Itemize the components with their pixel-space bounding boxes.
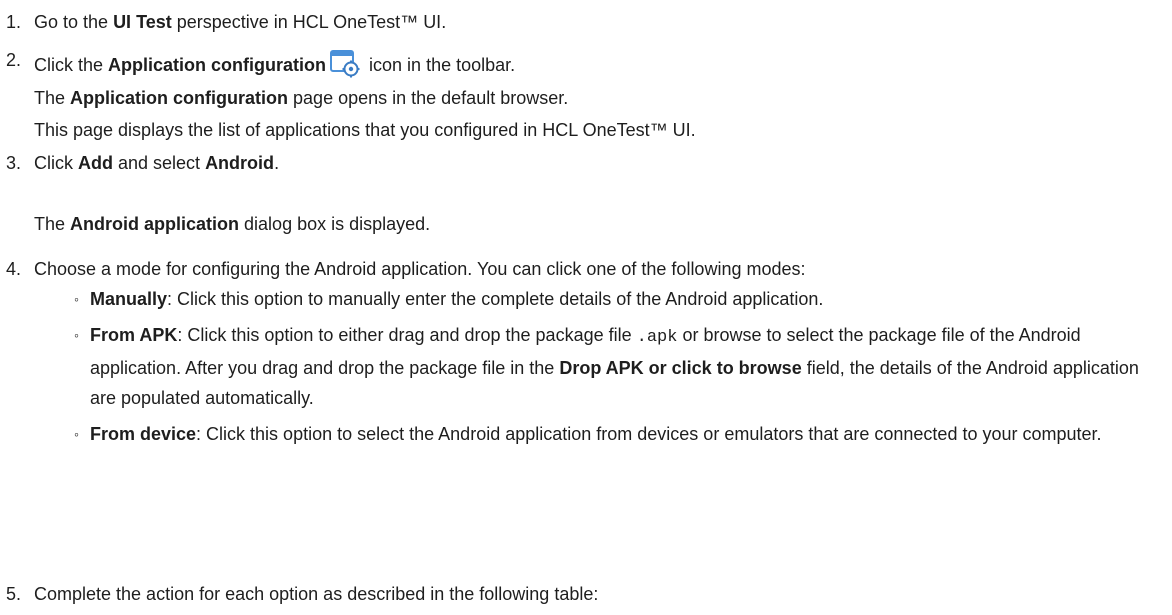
step-2: 2. Click the Application configuration i… bbox=[6, 48, 515, 78]
application-configuration-page-label: Application configuration bbox=[70, 88, 289, 108]
bullet-marker: ◦ bbox=[74, 327, 79, 343]
step-number: 1. bbox=[6, 12, 22, 32]
step-number: 3. bbox=[6, 153, 22, 173]
step-text: Complete the action for each option as d… bbox=[34, 584, 599, 604]
add-label: Add bbox=[78, 153, 113, 173]
list-item: ◦ Manually: Click this option to manually… bbox=[6, 284, 1166, 314]
bullet-marker: ◦ bbox=[74, 426, 79, 442]
step-4: 4. Choose a mode for configuring the And… bbox=[6, 257, 806, 281]
step-text: perspective in HCL OneTest™ UI. bbox=[171, 12, 447, 32]
step-text: Click the bbox=[34, 55, 109, 75]
step-5: 5. Complete the action for each option a… bbox=[6, 582, 598, 606]
android-label: Android bbox=[205, 153, 275, 173]
list-item: ◦ From device: Click this option to selec… bbox=[6, 419, 1166, 449]
step-2-detail-2: This page displays the list of applicati… bbox=[34, 120, 696, 140]
list-item: ◦ From APK: Click this option to either d… bbox=[6, 320, 1166, 413]
bullet-marker: ◦ bbox=[74, 291, 79, 307]
step-number: 5. bbox=[6, 584, 22, 604]
from-apk-label: From APK bbox=[90, 325, 178, 345]
android-application-label: Android application bbox=[70, 214, 240, 234]
step-text: Go to the bbox=[34, 12, 114, 32]
step-3-detail: The Android application dialog box is di… bbox=[34, 214, 431, 234]
application-configuration-icon bbox=[330, 48, 360, 78]
step-text: Choose a mode for configuring the Androi… bbox=[34, 259, 806, 279]
step-3: 3. Click Add and select Android. bbox=[6, 153, 280, 173]
step-2-detail-1: The Application configuration page opens… bbox=[34, 88, 569, 108]
step-number: 2. bbox=[6, 50, 22, 70]
application-configuration-label: Application configuration bbox=[108, 55, 327, 75]
mode-list: ◦ Manually: Click this option to manually… bbox=[6, 284, 1166, 449]
step-number: 4. bbox=[6, 259, 22, 279]
apk-extension-code: .apk bbox=[636, 328, 678, 347]
manually-label: Manually bbox=[90, 289, 168, 309]
ui-test-label: UI Test bbox=[113, 12, 172, 32]
step-text: icon in the toolbar. bbox=[364, 55, 516, 75]
from-device-label: From device bbox=[90, 424, 197, 444]
step-1: 1. Go to the UI Test perspective in HCL … bbox=[6, 10, 446, 34]
drop-apk-field-label: Drop APK or click to browse bbox=[559, 358, 802, 378]
